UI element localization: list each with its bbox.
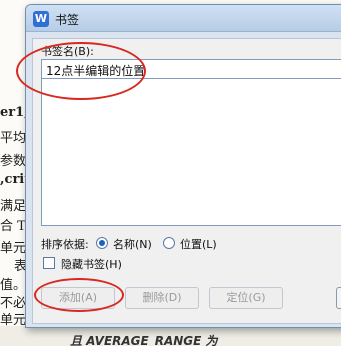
doc-bottom-text: 且 AVERAGE_RANGE 为 — [70, 334, 218, 346]
sort-by-position-label[interactable]: 位置(L) — [180, 236, 217, 252]
bookmark-list[interactable] — [41, 79, 341, 226]
doc-text-line: 参数 — [0, 154, 27, 169]
annotation-circle-name — [16, 42, 146, 100]
locate-button[interactable]: 定位(G) — [209, 287, 283, 309]
delete-button[interactable]: 删除(D) — [125, 287, 199, 309]
doc-text-line: 平均 — [0, 131, 27, 146]
sort-by-position-radio[interactable] — [163, 237, 175, 249]
doc-text-line: 满足 — [0, 199, 27, 214]
sort-by-name-label[interactable]: 名称(N) — [113, 236, 152, 252]
hidden-bookmarks-checkbox[interactable] — [43, 257, 55, 269]
hidden-bookmarks-label[interactable]: 隐藏书签(H) — [61, 256, 122, 272]
wps-app-icon: W — [33, 11, 49, 27]
cancel-button-edge[interactable] — [336, 287, 341, 309]
doc-text-line: 值。 — [0, 278, 27, 293]
dialog-titlebar[interactable]: W 书签 — [26, 5, 341, 32]
dialog-title: 书签 — [55, 13, 80, 27]
sort-by-name-radio[interactable] — [96, 237, 108, 249]
annotation-circle-add — [34, 278, 124, 312]
sort-by-label: 排序依据: — [41, 238, 89, 251]
